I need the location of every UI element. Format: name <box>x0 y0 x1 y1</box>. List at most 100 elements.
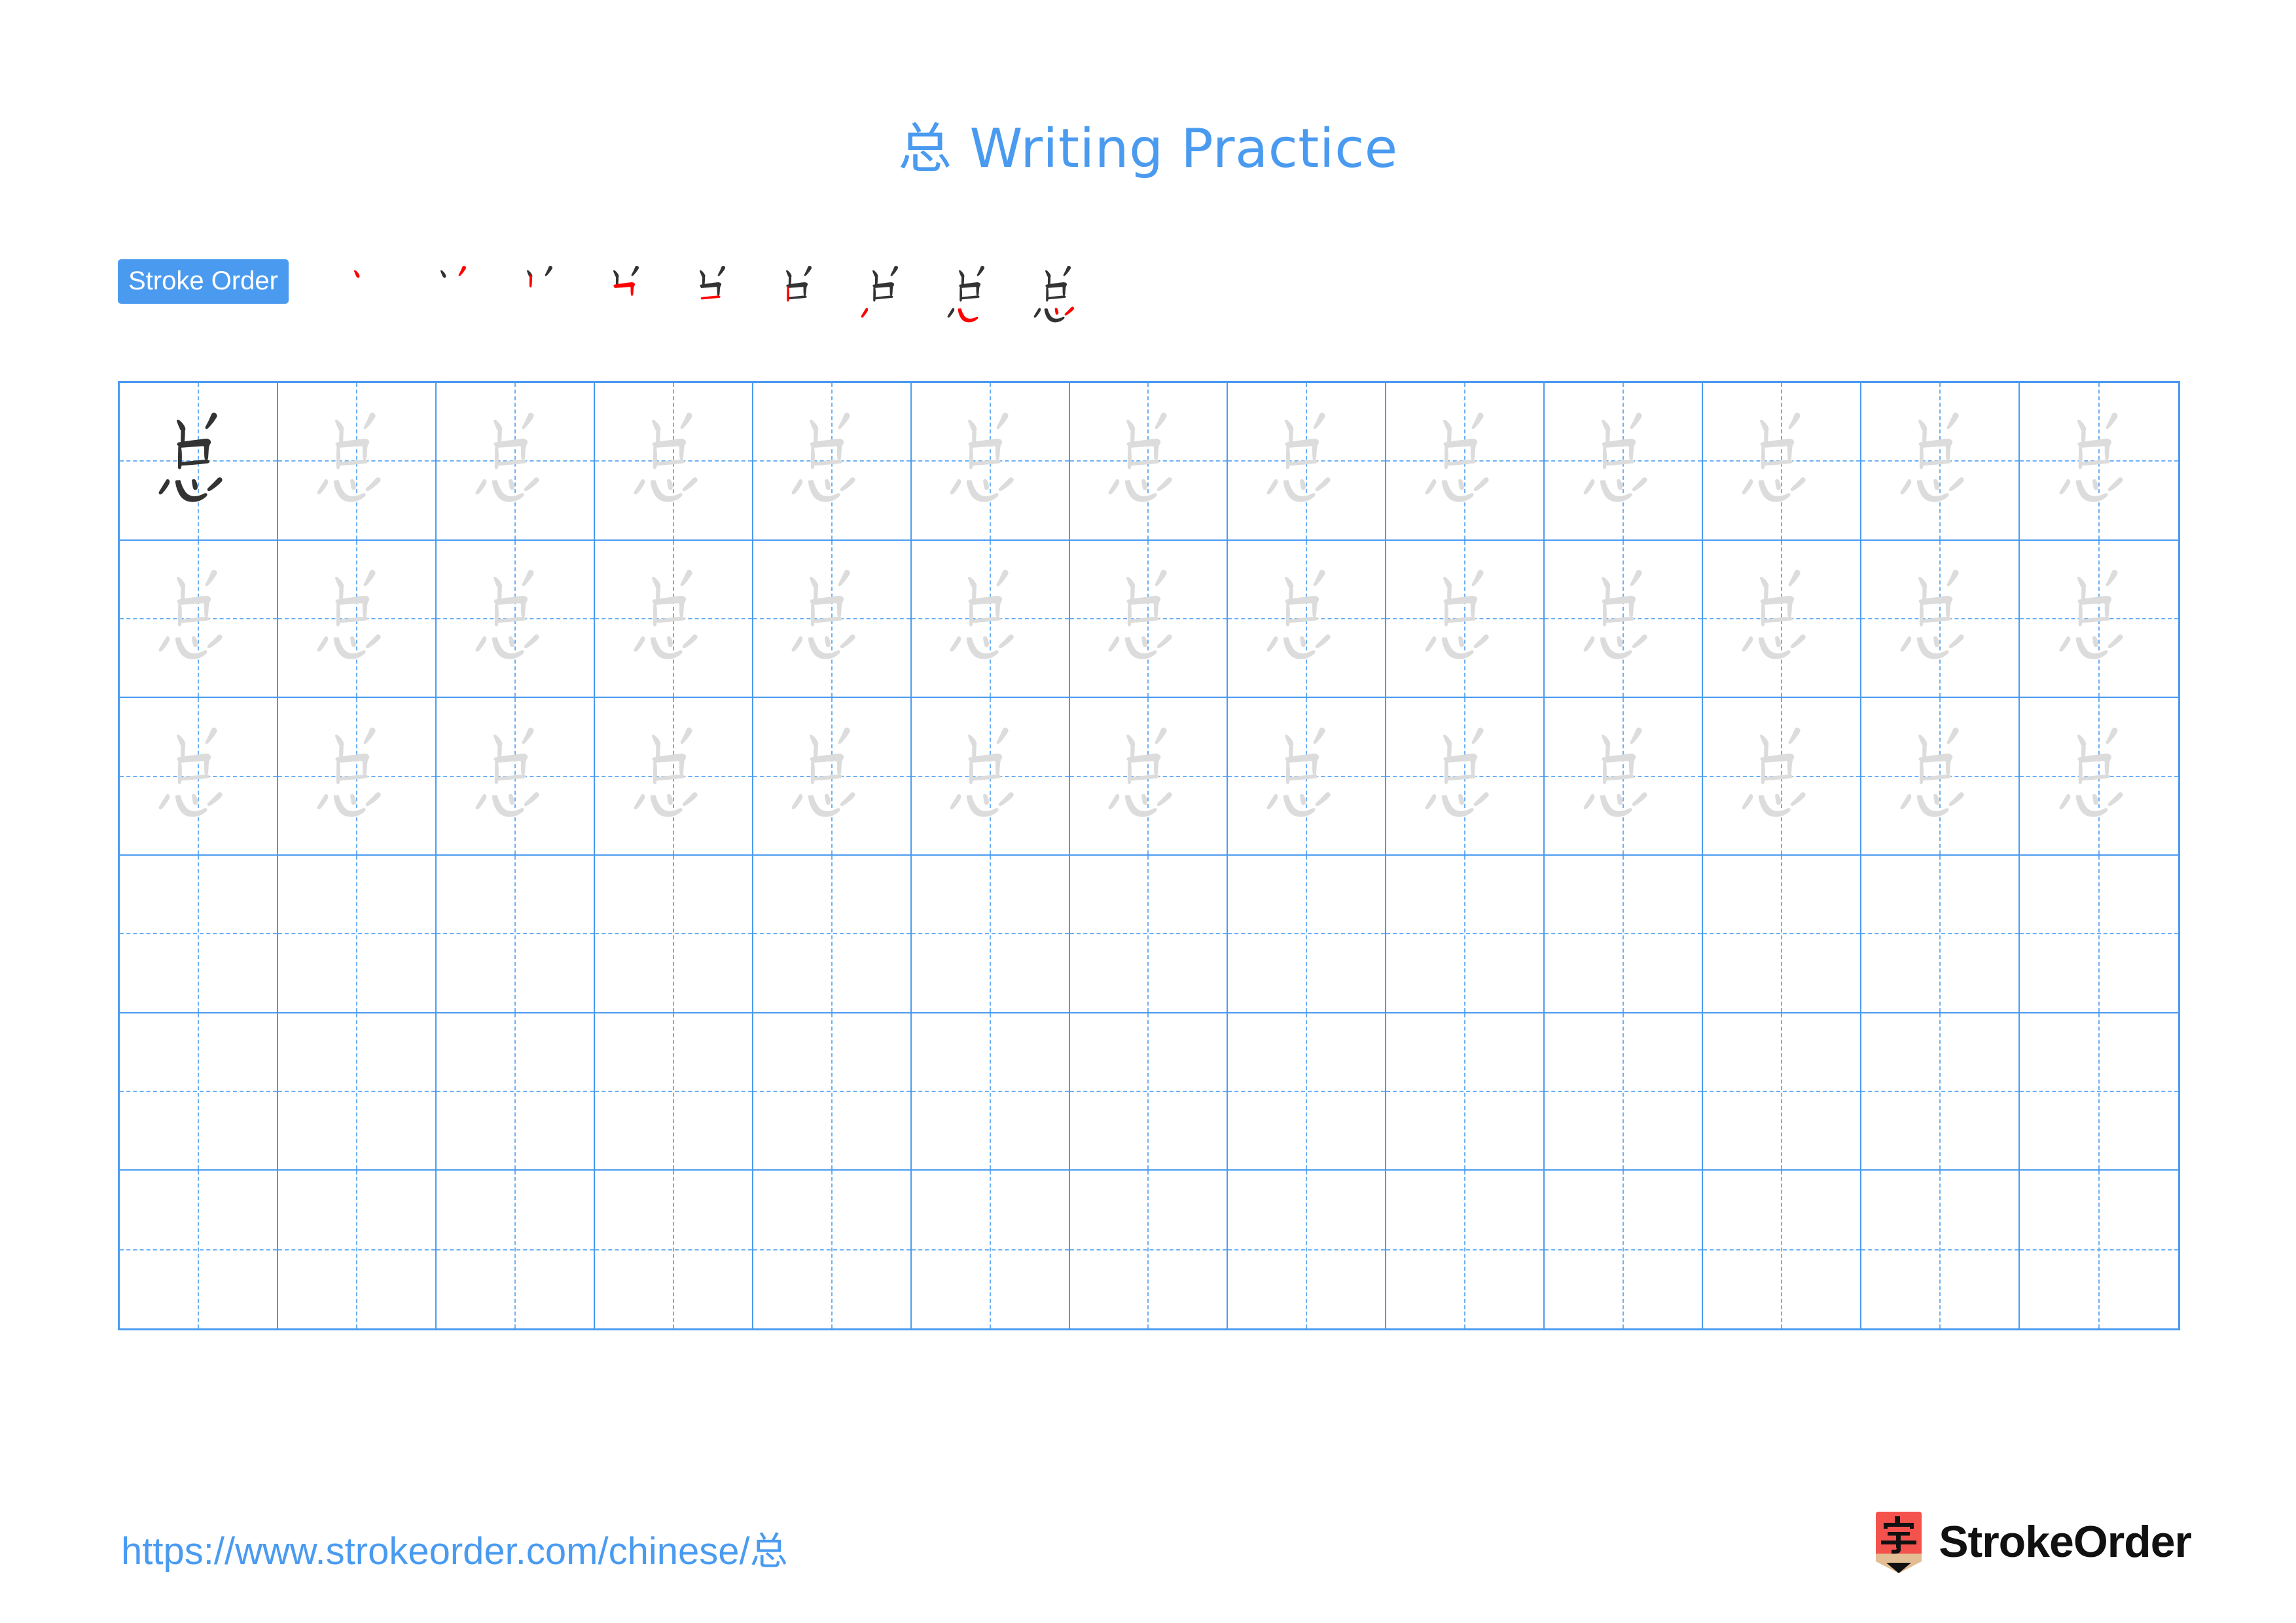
practice-cell-r4-c8[interactable] <box>1228 856 1387 1013</box>
practice-cell-r2-c9[interactable] <box>1386 540 1545 699</box>
practice-cell-r2-c13[interactable] <box>2020 540 2178 699</box>
guide-line-vertical <box>197 1171 199 1328</box>
practice-cell-r5-c5[interactable] <box>753 1013 912 1171</box>
practice-cell-r6-c1[interactable] <box>120 1171 278 1328</box>
practice-cell-r5-c12[interactable] <box>1861 1013 2020 1171</box>
practice-cell-r5-c8[interactable] <box>1228 1013 1387 1171</box>
guide-line-vertical <box>2098 856 2100 1012</box>
trace-character <box>595 698 752 854</box>
practice-cell-r1-c13[interactable] <box>2020 383 2178 541</box>
practice-cell-r3-c2[interactable] <box>278 698 437 856</box>
footer-logo[interactable]: StrokeOrder <box>1873 1506 2192 1578</box>
guide-line-vertical <box>514 1171 516 1328</box>
practice-cell-r1-c11[interactable] <box>1703 383 1862 541</box>
trace-character <box>1386 698 1543 854</box>
practice-cell-r1-c4[interactable] <box>594 383 753 541</box>
practice-cell-r1-c10[interactable] <box>1545 383 1704 541</box>
practice-cell-r6-c7[interactable] <box>1069 1171 1229 1328</box>
practice-cell-r4-c4[interactable] <box>594 856 753 1013</box>
practice-cell-r2-c4[interactable] <box>594 540 753 699</box>
practice-cell-r1-c9[interactable] <box>1386 383 1545 541</box>
practice-cell-r1-c5[interactable] <box>753 383 912 541</box>
trace-character <box>2020 383 2178 539</box>
practice-cell-r4-c12[interactable] <box>1861 856 2020 1013</box>
trace-character <box>595 541 752 697</box>
practice-cell-r1-c1[interactable] <box>120 383 278 541</box>
practice-cell-r5-c10[interactable] <box>1545 1013 1704 1171</box>
practice-cell-r4-c7[interactable] <box>1069 856 1229 1013</box>
practice-cell-r1-c12[interactable] <box>1861 383 2020 541</box>
practice-cell-r6-c3[interactable] <box>436 1171 595 1328</box>
practice-cell-r6-c12[interactable] <box>1861 1171 2020 1328</box>
practice-cell-r1-c3[interactable] <box>436 383 595 541</box>
practice-cell-r6-c10[interactable] <box>1545 1171 1704 1328</box>
practice-cell-r4-c6[interactable] <box>911 856 1070 1013</box>
practice-cell-r5-c4[interactable] <box>594 1013 753 1171</box>
practice-cell-r5-c7[interactable] <box>1069 1013 1229 1171</box>
practice-cell-r3-c7[interactable] <box>1069 698 1229 856</box>
practice-cell-r6-c6[interactable] <box>911 1171 1070 1328</box>
practice-cell-r4-c3[interactable] <box>436 856 595 1013</box>
stroke-order-step-3 <box>497 254 584 339</box>
practice-cell-r5-c11[interactable] <box>1703 1013 1862 1171</box>
practice-cell-r4-c1[interactable] <box>120 856 278 1013</box>
practice-cell-r6-c4[interactable] <box>594 1171 753 1328</box>
practice-cell-r1-c6[interactable] <box>911 383 1070 541</box>
practice-cell-r4-c10[interactable] <box>1545 856 1704 1013</box>
practice-cell-r3-c11[interactable] <box>1703 698 1862 856</box>
practice-cell-r5-c3[interactable] <box>436 1013 595 1171</box>
practice-cell-r6-c13[interactable] <box>2020 1171 2178 1328</box>
guide-line-vertical <box>1464 1171 1466 1328</box>
practice-cell-r3-c1[interactable] <box>120 698 278 856</box>
practice-cell-r3-c12[interactable] <box>1861 698 2020 856</box>
guide-line-horizontal <box>753 933 910 935</box>
practice-cell-r4-c9[interactable] <box>1386 856 1545 1013</box>
practice-cell-r5-c9[interactable] <box>1386 1013 1545 1171</box>
practice-cell-r1-c7[interactable] <box>1069 383 1229 541</box>
practice-cell-r5-c6[interactable] <box>911 1013 1070 1171</box>
footer-url[interactable]: https://www.strokeorder.com/chinese/总 <box>121 1520 788 1575</box>
practice-cell-r4-c11[interactable] <box>1703 856 1862 1013</box>
practice-cell-r1-c2[interactable] <box>278 383 437 541</box>
practice-cell-r2-c10[interactable] <box>1545 540 1704 699</box>
practice-cell-r2-c5[interactable] <box>753 540 912 699</box>
practice-cell-r3-c9[interactable] <box>1386 698 1545 856</box>
practice-cell-r5-c13[interactable] <box>2020 1013 2178 1171</box>
practice-cell-r6-c11[interactable] <box>1703 1171 1862 1328</box>
practice-cell-r3-c4[interactable] <box>594 698 753 856</box>
practice-cell-r6-c8[interactable] <box>1228 1171 1387 1328</box>
guide-line-horizontal <box>1861 933 2019 935</box>
practice-cell-r2-c1[interactable] <box>120 540 278 699</box>
practice-cell-r6-c2[interactable] <box>278 1171 437 1328</box>
guide-line-horizontal <box>2020 1249 2178 1250</box>
practice-cell-r3-c5[interactable] <box>753 698 912 856</box>
practice-cell-r2-c2[interactable] <box>278 540 437 699</box>
stroke-order-badge: Stroke Order <box>118 259 289 304</box>
practice-cell-r4-c5[interactable] <box>753 856 912 1013</box>
practice-cell-r2-c3[interactable] <box>436 540 595 699</box>
practice-cell-r2-c6[interactable] <box>911 540 1070 699</box>
practice-cell-r3-c8[interactable] <box>1228 698 1387 856</box>
practice-cell-r6-c9[interactable] <box>1386 1171 1545 1328</box>
trace-character <box>1703 541 1860 697</box>
practice-cell-r3-c10[interactable] <box>1545 698 1704 856</box>
practice-cell-r3-c6[interactable] <box>911 698 1070 856</box>
trace-character <box>1861 698 2018 854</box>
practice-cell-r2-c7[interactable] <box>1069 540 1229 699</box>
guide-line-horizontal <box>1228 933 1386 935</box>
practice-cell-r3-c13[interactable] <box>2020 698 2178 856</box>
trace-character <box>1228 383 1385 539</box>
practice-cell-r4-c2[interactable] <box>278 856 437 1013</box>
practice-cell-r4-c13[interactable] <box>2020 856 2178 1013</box>
stroke-order-step-2 <box>411 254 497 339</box>
practice-cell-r2-c11[interactable] <box>1703 540 1862 699</box>
practice-cell-r5-c1[interactable] <box>120 1013 278 1171</box>
practice-cell-r2-c8[interactable] <box>1228 540 1387 699</box>
practice-cell-r1-c8[interactable] <box>1228 383 1387 541</box>
practice-cell-r3-c3[interactable] <box>436 698 595 856</box>
stroke-order-step-7 <box>843 254 929 339</box>
practice-cell-r5-c2[interactable] <box>278 1013 437 1171</box>
guide-line-vertical <box>355 1171 357 1328</box>
practice-cell-r2-c12[interactable] <box>1861 540 2020 699</box>
practice-cell-r6-c5[interactable] <box>753 1171 912 1328</box>
